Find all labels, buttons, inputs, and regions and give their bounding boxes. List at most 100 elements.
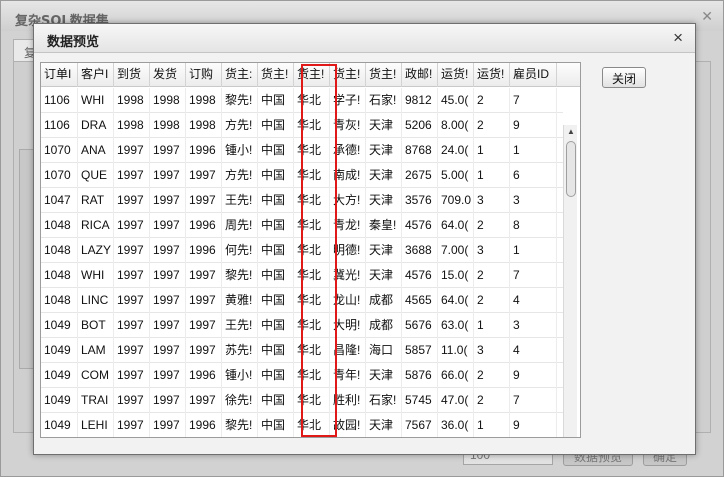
column-header[interactable]: 订单I [41, 63, 78, 87]
table-cell: 天津 [366, 413, 402, 437]
table-cell: 黎先! [222, 88, 258, 113]
table-row[interactable]: 1049 LEHI 1997 1997 1996 黎先! 中国 华北 故园! 天津 7567 36.0… [41, 413, 563, 437]
grid-header: 订单I 客户I 到货 发货 订购 货主: 货主! 货主! 货主! 货主! 政邮! 运货! 运货! 雇员ID [41, 63, 580, 87]
table-cell: 2 [474, 388, 510, 413]
table-cell: 47.0( [438, 388, 474, 413]
table-cell: 1997 [150, 313, 186, 338]
table-cell: 天津 [366, 238, 402, 263]
table-cell: 1047 [41, 188, 78, 213]
table-row[interactable]: 1047 RAT 1997 1997 1997 王先! 中国 华北 大方! 天津 3576 709.0… [41, 188, 563, 213]
table-cell: 1998 [114, 88, 150, 113]
table-cell: 7 [510, 88, 557, 113]
table-cell: DRA [78, 113, 114, 138]
table-cell: 1048 [41, 263, 78, 288]
table-cell: 3 [474, 338, 510, 363]
table-cell: 中国 [258, 113, 294, 138]
vertical-scrollbar[interactable]: ▲ ▼ [563, 125, 578, 437]
table-cell: 8.00( [438, 113, 474, 138]
table-cell: 4576 [402, 263, 438, 288]
table-cell: 5676 [402, 313, 438, 338]
close-button[interactable]: 关闭 [602, 67, 646, 88]
table-row[interactable]: 1048 RICA 1997 1997 1996 周先! 中国 华北 青龙! 秦皇! 4576 64.… [41, 213, 563, 238]
table-row[interactable]: 1049 COM 1997 1997 1996 锺小! 中国 华北 青年! 天津 5876 66.0(… [41, 363, 563, 388]
table-cell: 5857 [402, 338, 438, 363]
table-cell: 中国 [258, 188, 294, 213]
table-cell: BOT [78, 313, 114, 338]
table-cell: 大明! [330, 313, 366, 338]
column-header[interactable]: 客户I [78, 63, 114, 87]
table-cell: 华北 [294, 88, 330, 113]
table-cell: 石家! [366, 88, 402, 113]
column-header[interactable]: 货主: [222, 63, 258, 87]
table-cell: 天津 [366, 188, 402, 213]
table-row[interactable]: 1106 WHI 1998 1998 1998 黎先! 中国 华北 学子! 石家! 9812 45.0… [41, 88, 563, 113]
column-header[interactable]: 货主! [330, 63, 366, 87]
table-cell: 36.0( [438, 413, 474, 437]
table-cell: 中国 [258, 413, 294, 437]
scroll-thumb[interactable] [566, 141, 576, 197]
column-header[interactable]: 货主! [258, 63, 294, 87]
table-cell: 王先! [222, 313, 258, 338]
table-cell: 15.0( [438, 263, 474, 288]
table-cell: 1049 [41, 413, 78, 437]
table-row[interactable]: 1048 LAZY 1997 1997 1996 何先! 中国 华北 明德! 天津 3688 7.00… [41, 238, 563, 263]
column-header[interactable]: 发货 [150, 63, 186, 87]
table-cell: 1049 [41, 363, 78, 388]
table-row[interactable]: 1106 DRA 1998 1998 1998 方先! 中国 华北 青灰! 天津 5206 8.00(… [41, 113, 563, 138]
table-row[interactable]: 1049 TRAI 1997 1997 1997 徐先! 中国 华北 胜利! 石家! 5745 47.… [41, 388, 563, 413]
table-cell: 石家! [366, 388, 402, 413]
table-cell: 63.0( [438, 313, 474, 338]
table-row[interactable]: 1049 LAM 1997 1997 1997 苏先! 中国 华北 昌隆! 海口 5857 11.0(… [41, 338, 563, 363]
close-icon[interactable]: × [673, 28, 683, 48]
table-row[interactable]: 1048 WHI 1997 1997 1997 黎先! 中国 华北 冀光! 天津 4576 15.0(… [41, 263, 563, 288]
table-cell: 大方! [330, 188, 366, 213]
scroll-up-icon[interactable]: ▲ [564, 125, 578, 139]
table-cell: 1048 [41, 238, 78, 263]
table-cell: 学子! [330, 88, 366, 113]
table-cell: 明德! [330, 238, 366, 263]
table-cell: 周先! [222, 213, 258, 238]
column-header[interactable]: 货主! [366, 63, 402, 87]
table-cell: 64.0( [438, 213, 474, 238]
column-header[interactable]: 运货! [438, 63, 474, 87]
table-cell: 5206 [402, 113, 438, 138]
table-cell: 胜利! [330, 388, 366, 413]
table-cell: 2 [474, 363, 510, 388]
table-cell: 1997 [114, 413, 150, 437]
table-cell: RAT [78, 188, 114, 213]
table-cell: 黄雅! [222, 288, 258, 313]
table-cell: 华北 [294, 338, 330, 363]
column-header[interactable]: 货主! [294, 63, 330, 87]
table-row[interactable]: 1070 QUE 1997 1997 1997 方先! 中国 华北 南成! 天津 2675 5.00(… [41, 163, 563, 188]
table-cell: 天津 [366, 263, 402, 288]
table-cell: 天津 [366, 113, 402, 138]
table-cell: 承德! [330, 138, 366, 163]
table-cell: 3 [474, 238, 510, 263]
table-cell: 1998 [150, 88, 186, 113]
table-cell: 64.0( [438, 288, 474, 313]
table-cell: 冀光! [330, 263, 366, 288]
table-cell: 5745 [402, 388, 438, 413]
table-cell: 1 [474, 313, 510, 338]
column-header[interactable]: 订购 [186, 63, 222, 87]
table-cell: 故园! [330, 413, 366, 437]
table-cell: 华北 [294, 138, 330, 163]
table-cell: 4576 [402, 213, 438, 238]
table-cell: 中国 [258, 88, 294, 113]
table-cell: 海口 [366, 338, 402, 363]
column-header[interactable]: 运货! [474, 63, 510, 87]
table-cell: 中国 [258, 163, 294, 188]
table-cell: 1106 [41, 88, 78, 113]
table-cell: 1 [474, 163, 510, 188]
column-header[interactable]: 到货 [114, 63, 150, 87]
table-cell: 1997 [150, 363, 186, 388]
table-row[interactable]: 1049 BOT 1997 1997 1997 王先! 中国 华北 大明! 成都 5676 63.0(… [41, 313, 563, 338]
table-row[interactable]: 1070 ANA 1997 1997 1996 锺小! 中国 华北 承德! 天津 8768 24.0(… [41, 138, 563, 163]
table-cell: 5.00( [438, 163, 474, 188]
table-cell: 1997 [186, 388, 222, 413]
background-close-icon[interactable]: ✕ [701, 8, 713, 25]
table-cell: 7 [510, 388, 557, 413]
table-row[interactable]: 1048 LINC 1997 1997 1997 黄雅! 中国 华北 龙山! 成都 4565 64.0… [41, 288, 563, 313]
column-header[interactable]: 雇员ID [510, 63, 557, 87]
column-header[interactable]: 政邮! [402, 63, 438, 87]
